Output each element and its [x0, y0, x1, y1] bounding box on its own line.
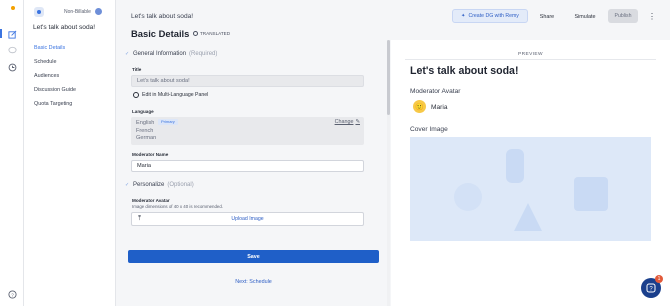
cover-image-placeholder — [410, 137, 651, 241]
moderator-name-value: Maria — [137, 163, 151, 169]
primary-badge: Primary — [158, 119, 178, 125]
preview-cover-heading: Cover Image — [410, 126, 448, 133]
image-placeholder-icon — [410, 137, 651, 241]
language-item: German — [136, 135, 157, 142]
language-box: English French German Primary Change ✎ — [131, 117, 364, 145]
upload-image-button[interactable]: ⤒ Upload Image — [131, 212, 364, 226]
edit-icon[interactable] — [7, 29, 17, 39]
next-schedule-link[interactable]: Next: Schedule — [125, 279, 382, 285]
chat-icon[interactable] — [7, 45, 17, 55]
sidebar-item-basic-details[interactable]: Basic Details — [34, 44, 76, 58]
scrollbar-thumb[interactable] — [387, 40, 390, 115]
moderator-avatar-label: Moderator Avatar — [132, 198, 170, 203]
sidebar-item-schedule[interactable]: Schedule — [34, 58, 76, 72]
personalize-heading: ✓ Personalize (Optional) — [125, 182, 194, 188]
breadcrumb: Let's talk about soda! — [131, 13, 194, 20]
publish-button[interactable]: Publish — [608, 9, 638, 23]
language-label: Language — [132, 109, 154, 114]
billing-badge: Non-Billable — [64, 9, 91, 15]
study-sidebar: Non-Billable Let's talk about soda! Basi… — [24, 0, 116, 306]
section-qualifier: (Optional) — [167, 182, 194, 188]
multi-language-link-label: Edit in Multi-Language Panel — [142, 92, 209, 98]
check-icon: ✓ — [125, 50, 130, 57]
avatar: 🙂 — [413, 100, 426, 113]
simulate-button[interactable]: Simulate — [568, 11, 602, 22]
sidebar-item-discussion-guide[interactable]: Discussion Guide — [34, 86, 76, 100]
change-language-link[interactable]: Change ✎ — [335, 119, 360, 125]
icon-rail: ? — [0, 0, 24, 306]
remy-button-label: Create DG with Remy — [468, 13, 519, 19]
moderator-name-label: Moderator Name — [132, 152, 169, 157]
translated-badge: TRANSLATED — [193, 31, 230, 36]
preview-avatar-heading: Moderator Avatar — [410, 88, 461, 95]
globe-icon — [133, 92, 139, 98]
divider — [405, 59, 656, 60]
title-label: Title — [132, 67, 142, 72]
more-options-icon[interactable]: ⋮ — [648, 10, 656, 22]
language-item: English — [136, 120, 155, 126]
create-dg-with-remy-button[interactable]: ✦ Create DG with Remy — [452, 9, 528, 23]
avatar-hint: Image dimensions of 40 x 40 is recommend… — [132, 204, 224, 209]
moderator-name-input[interactable]: Maria — [131, 160, 364, 172]
study-title: Let's talk about soda! — [33, 24, 96, 31]
language-list: English French German — [136, 120, 156, 143]
section-title: General Information — [133, 51, 187, 57]
section-qualifier: (Required) — [189, 51, 218, 57]
pencil-icon: ✎ — [355, 119, 360, 125]
title-field: Let's talk about soda! — [131, 75, 364, 87]
multi-language-panel-link[interactable]: Edit in Multi-Language Panel — [133, 92, 208, 98]
preview-panel: PREVIEW Let's talk about soda! Moderator… — [391, 40, 670, 306]
top-bar: Let's talk about soda! ✦ Create DG with … — [117, 0, 670, 32]
active-indicator — [0, 29, 2, 38]
sidebar-header: Non-Billable — [24, 6, 116, 18]
upload-button-label: Upload Image — [231, 216, 264, 222]
language-item: French — [136, 127, 154, 134]
title-value: Let's talk about soda! — [137, 78, 190, 84]
form-scrollbar[interactable] — [387, 40, 390, 306]
question-icon: ? — [646, 283, 656, 293]
preview-tag: PREVIEW — [518, 52, 543, 57]
share-button[interactable]: Share — [533, 11, 561, 22]
change-link-label: Change — [334, 119, 354, 125]
check-icon: ✓ — [125, 181, 130, 188]
section-title: Personalize — [133, 182, 165, 188]
study-type-icon — [34, 7, 44, 17]
sidebar-item-audiences[interactable]: Audiences — [34, 72, 76, 86]
help-circle-icon[interactable]: ? — [7, 289, 17, 299]
save-button[interactable]: Save — [128, 250, 379, 263]
preview-title: Let's talk about soda! — [410, 65, 519, 77]
main-area: Let's talk about soda! ✦ Create DG with … — [117, 0, 670, 306]
svg-text:?: ? — [11, 292, 14, 297]
help-chat-button[interactable]: ? 1 — [641, 275, 663, 298]
sidebar-item-quota-targeting[interactable]: Quota Targeting — [34, 100, 76, 114]
translated-label: TRANSLATED — [200, 31, 231, 36]
sparkle-icon: ✦ — [461, 13, 466, 19]
history-icon[interactable] — [7, 62, 17, 72]
notification-dot — [11, 6, 15, 10]
globe-icon — [193, 31, 198, 36]
page-title: Basic Details — [131, 28, 190, 39]
preview-moderator-name: Maria — [431, 104, 448, 111]
general-information-heading: ✓ General Information (Required) — [125, 51, 217, 57]
help-notification-badge: 1 — [655, 275, 663, 283]
globe-icon[interactable] — [95, 8, 102, 15]
sidebar-nav: Basic Details Schedule Audiences Discuss… — [34, 44, 76, 114]
basic-details-form: ✓ General Information (Required) Title L… — [125, 45, 387, 306]
